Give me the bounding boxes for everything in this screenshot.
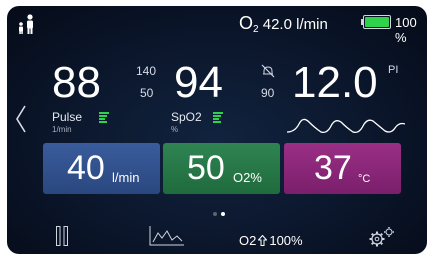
spo2-value: 94 (174, 58, 223, 107)
battery-percentage: 100 % (395, 15, 417, 45)
temperature-unit: °C (358, 173, 371, 185)
o2-boost-percentage: 100% (269, 233, 303, 248)
flow-value: 40 (67, 149, 105, 187)
fio2-unit: O2% (233, 170, 262, 185)
fio2-tile[interactable]: 50 O2% (163, 143, 280, 194)
o2-subscript: 2 (253, 24, 259, 35)
page-indicator (213, 203, 229, 221)
pulse-label: Pulse (52, 110, 83, 124)
mute-alarm-icon (261, 64, 275, 78)
flow-tile[interactable]: 40 l/min (43, 143, 160, 194)
spo2-unit: % (171, 125, 179, 134)
pulse-unit: 1/min (52, 125, 72, 134)
fio2-value: 50 (187, 149, 225, 187)
status-bar: O2 42.0 l/min 100 % (7, 6, 427, 45)
o2-boost-button[interactable]: O2 100% (239, 233, 303, 248)
page-dot[interactable] (213, 212, 217, 216)
pulse-value: 88 (52, 58, 101, 107)
temperature-value: 37 (314, 149, 352, 187)
temperature-tile[interactable]: 37 °C (284, 143, 401, 194)
pleth-waveform (287, 118, 405, 134)
pulse-alarm-low: 50 (140, 86, 154, 100)
pause-icon[interactable] (56, 226, 68, 246)
arrow-up-icon (258, 235, 268, 246)
pi-value: 12.0 (292, 58, 378, 107)
o2-label: O (239, 13, 254, 33)
pulse-signal-quality-icon (99, 112, 109, 123)
family-icon[interactable] (15, 14, 37, 34)
o2-boost-label: O2 (239, 233, 257, 248)
trend-chart-icon[interactable] (148, 225, 186, 247)
o2-flow-indicator: O2 42.0 l/min (239, 13, 328, 35)
battery-icon (361, 15, 391, 29)
pi-label: PI (388, 64, 399, 76)
o2-flow-value: 42.0 l/min (262, 16, 328, 33)
spo2-signal-quality-icon (213, 112, 223, 123)
flow-unit: l/min (112, 170, 140, 185)
spo2-alarm-low: 90 (261, 86, 275, 100)
settings-icon[interactable] (366, 226, 396, 248)
pulse-alarm-high: 140 (136, 64, 157, 78)
device-screen: O2 42.0 l/min 100 % 88 140 50 Pulse 1/mi… (7, 6, 427, 254)
page-dot[interactable] (221, 212, 225, 216)
back-chevron-icon[interactable] (15, 104, 27, 134)
spo2-label: SpO2 (171, 110, 202, 124)
